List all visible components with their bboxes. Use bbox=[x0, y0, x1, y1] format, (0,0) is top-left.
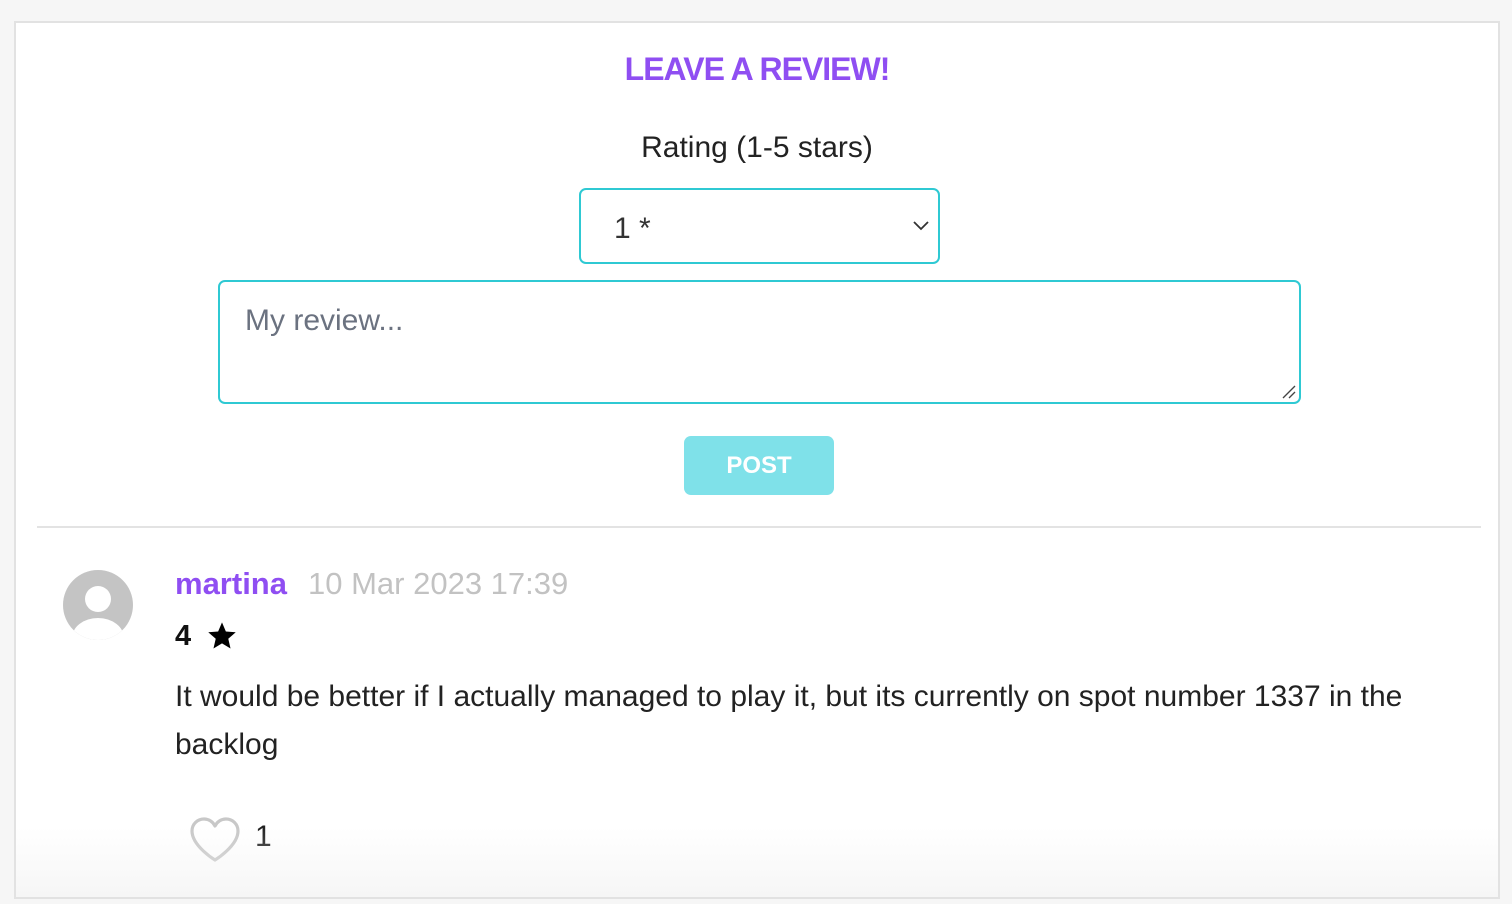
review-card: LEAVE A REVIEW! Rating (1-5 stars) 1 * M… bbox=[14, 21, 1500, 899]
user-avatar-icon bbox=[63, 570, 133, 640]
rating-select[interactable]: 1 * bbox=[579, 188, 940, 264]
divider bbox=[37, 526, 1481, 528]
post-button[interactable]: POST bbox=[684, 436, 834, 495]
chevron-down-icon bbox=[913, 221, 929, 231]
review-placeholder: My review... bbox=[245, 304, 404, 337]
review-timestamp: 10 Mar 2023 17:39 bbox=[308, 566, 569, 601]
star-icon bbox=[208, 622, 236, 649]
review-author[interactable]: martina bbox=[175, 566, 287, 602]
heart-icon[interactable] bbox=[188, 816, 242, 864]
form-title: LEAVE A REVIEW! bbox=[624, 51, 891, 87]
review-text: It would be better if I actually managed… bbox=[175, 680, 1403, 761]
like-count: 1 bbox=[255, 820, 272, 853]
review-textarea[interactable]: My review... bbox=[218, 280, 1301, 404]
review-rating: 4 bbox=[175, 620, 192, 652]
rating-label: Rating (1-5 stars) bbox=[641, 131, 873, 164]
rating-select-value: 1 * bbox=[614, 212, 651, 245]
resize-handle-icon[interactable] bbox=[1280, 383, 1296, 399]
